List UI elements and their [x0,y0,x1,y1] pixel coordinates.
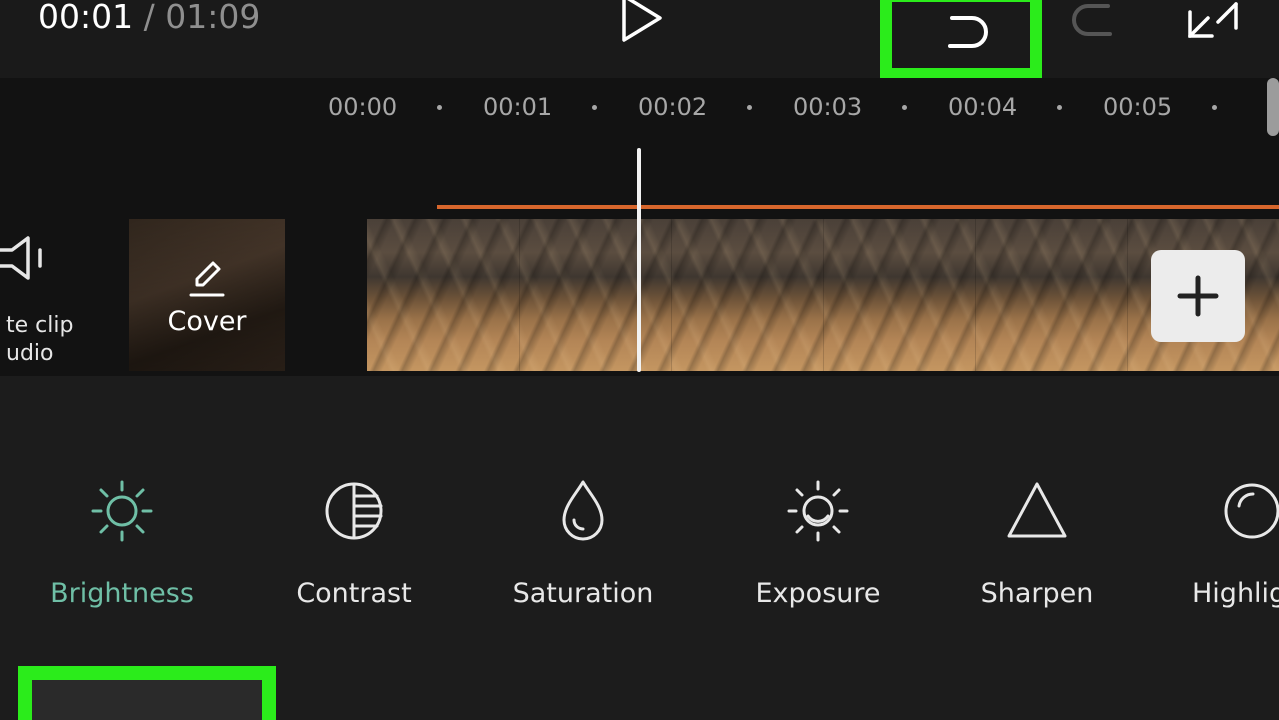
speaker-icon [0,236,42,280]
tool-label: Exposure [755,578,881,609]
tool-exposure[interactable]: Exposure [718,476,918,616]
play-button[interactable] [612,0,670,44]
drop-icon [562,480,604,541]
contrast-icon [325,482,383,540]
undo-button[interactable] [880,0,1042,80]
playback-bar: 00:01 / 01:09 [0,0,1279,80]
exposure-icon [787,480,849,542]
highlight-icon [1224,483,1279,539]
tool-label: Sharpen [980,578,1094,609]
thumbnail-divider [671,219,672,371]
tick-dot [747,105,752,110]
thumbnail-divider [975,219,976,371]
add-clip-button[interactable] [1151,250,1245,342]
tick-label: 00:01 [483,93,553,121]
thumbnail-divider [823,219,824,371]
tick-dot [902,105,907,110]
tick-dot [592,105,597,110]
sun-icon [91,480,153,542]
current-time: 00:01 [38,0,134,36]
tool-label: Highlig [1192,578,1279,609]
time-display: 00:01 / 01:09 [38,0,260,42]
tool-saturation[interactable]: Saturation [483,476,683,616]
thumbnail-divider [1127,219,1128,371]
play-icon [622,0,662,42]
tool-sharpen[interactable]: Sharpen [937,476,1137,616]
pencil-icon [189,261,225,297]
mute-label-line2: udio [6,341,54,366]
undo-icon [948,16,988,48]
time-separator: / [133,0,166,36]
triangle-icon [1007,482,1067,538]
thumbnail-divider [519,219,520,371]
cover-button[interactable]: Cover [129,219,285,371]
tool-brightness[interactable]: Brightness [22,476,222,616]
tool-label: Saturation [512,578,654,609]
tool-label: Contrast [296,578,412,609]
video-editor-screen: 00:01 / 01:09 00:00 00:01 00:02 00:03 00… [0,0,1279,720]
tick-label: 00:04 [948,93,1018,121]
total-time: 01:09 [165,0,261,36]
reset-button-highlight[interactable] [18,666,276,720]
tool-contrast[interactable]: Contrast [254,476,454,616]
scroll-indicator[interactable] [1267,78,1279,136]
cover-label: Cover [167,306,247,337]
tool-label: Brightness [50,578,194,609]
mute-label-line1: te clip [6,313,74,338]
plus-icon [1177,275,1219,317]
video-clip[interactable] [367,219,1279,371]
timeline-ruler[interactable]: 00:00 00:01 00:02 00:03 00:04 00:05 [0,78,1279,140]
audio-track-line[interactable] [437,205,1279,209]
tick-dot [437,105,442,110]
redo-button[interactable] [1058,0,1118,46]
fullscreen-button[interactable] [1182,0,1244,48]
tick-label: 00:00 [328,93,398,121]
redo-icon [1072,4,1112,36]
fullscreen-icon [1188,2,1238,38]
mute-clip-audio-label: te clip udio [6,312,86,368]
tick-label: 00:02 [638,93,708,121]
tick-label: 00:05 [1103,93,1173,121]
tick-dot [1212,105,1217,110]
tick-label: 00:03 [793,93,863,121]
timeline-tracks: te clip udio Cover [0,140,1279,376]
mute-clip-audio-button[interactable]: te clip udio [0,220,96,372]
tick-dot [1057,105,1062,110]
tool-highlight[interactable]: Highlig [1152,476,1279,616]
playhead[interactable] [637,148,641,372]
